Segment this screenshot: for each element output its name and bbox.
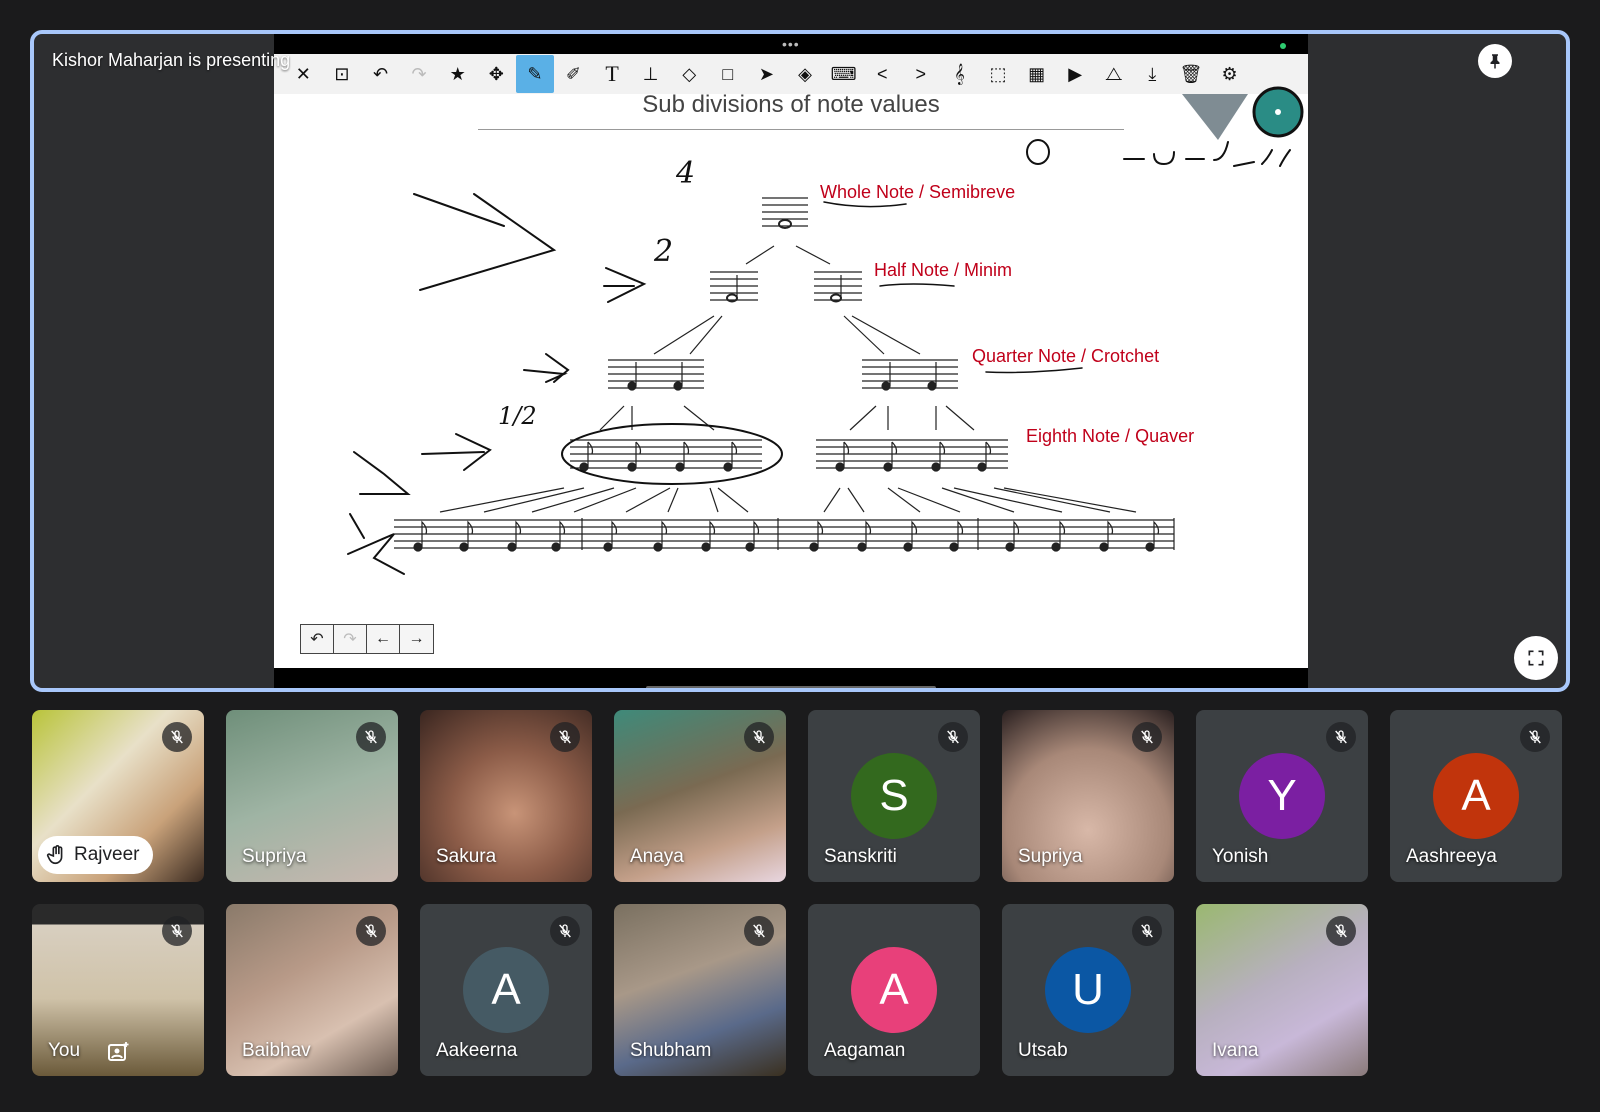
participant-name: Sakura <box>436 846 497 867</box>
participant-tile[interactable]: U Utsab <box>1002 904 1174 1076</box>
fullscreen-icon <box>1528 650 1544 666</box>
avatar: S <box>851 753 937 839</box>
participant-tile[interactable]: Rajveer <box>32 710 204 882</box>
status-dot <box>1280 43 1286 49</box>
pin-button[interactable] <box>1478 44 1512 78</box>
half-note-label: Half Note / Minim <box>874 260 1013 280</box>
mic-off-icon <box>1132 722 1162 752</box>
participant-tile[interactable]: Ivana <box>1196 904 1368 1076</box>
avatar: Y <box>1239 753 1325 839</box>
mic-off-icon <box>1326 722 1356 752</box>
avatar: U <box>1045 947 1131 1033</box>
more-dots-icon[interactable]: ••• <box>782 36 800 52</box>
participant-tile-self[interactable]: You <box>32 904 204 1076</box>
mic-off-icon <box>162 722 192 752</box>
participant-name: Sanskriti <box>824 846 897 867</box>
slide-nav: ↶ ↷ ← → <box>300 624 434 654</box>
presenter-label: Kishor Maharjan is presenting <box>52 50 291 70</box>
participant-name: Shubham <box>630 1040 712 1061</box>
participant-name: Baibhav <box>242 1040 311 1061</box>
next-slide-button[interactable]: → <box>400 625 433 653</box>
participant-tile[interactable]: A Aagaman <box>808 904 980 1076</box>
avatar: A <box>851 947 937 1033</box>
participant-name: Supriya <box>1018 846 1083 867</box>
pin-icon <box>1490 54 1500 69</box>
participant-tile[interactable]: Supriya <box>226 710 398 882</box>
prev-slide-button[interactable]: ← <box>367 625 400 653</box>
mic-off-icon <box>356 722 386 752</box>
participant-tile[interactable]: A Aakeerna <box>420 904 592 1076</box>
participant-name: Ivana <box>1212 1040 1259 1061</box>
quarter-note-label: Quarter Note / Crotchet <box>972 346 1160 366</box>
participant-name: Aagaman <box>824 1040 906 1061</box>
mic-off-icon <box>1326 916 1356 946</box>
mic-off-icon <box>356 916 386 946</box>
whiteboard[interactable]: ✕ ⊡ ↶ ↷ ★ ✥ ✎ ✐ T ⊥ ◇ □ ➤ ◈ ⌨ < > 𝄞 ⬚ ▦ … <box>274 54 1308 668</box>
participant-tile[interactable]: A Aashreeya <box>1390 710 1562 882</box>
participant-name: Anaya <box>630 846 684 867</box>
participant-name: Aashreeya <box>1406 846 1497 867</box>
avatar: A <box>1433 753 1519 839</box>
presentation-frame: Kishor Maharjan is presenting ••• ✕ ⊡ ↶ … <box>30 30 1570 692</box>
participant-tile[interactable]: Sakura <box>420 710 592 882</box>
participant-tile[interactable]: Baibhav <box>226 904 398 1076</box>
raised-hand-icon <box>46 845 63 865</box>
participant-name: Rajveer <box>74 844 140 865</box>
participant-tile[interactable]: S Sanskriti <box>808 710 980 882</box>
participant-name: You <box>48 1040 81 1061</box>
avatar: A <box>463 947 549 1033</box>
whole-note-label: Whole Note / Semibreve <box>820 182 1016 202</box>
raised-hand-badge: Rajveer <box>38 836 154 874</box>
mic-off-icon <box>550 916 580 946</box>
participant-name: Aakeerna <box>436 1040 518 1061</box>
participant-name: Utsab <box>1018 1040 1068 1061</box>
mic-off-icon <box>744 916 774 946</box>
nav-undo-button[interactable]: ↶ <box>301 625 334 653</box>
shared-screen: ••• ✕ ⊡ ↶ ↷ ★ ✥ ✎ ✐ T ⊥ ◇ □ ➤ ◈ ⌨ < > 𝄞 … <box>274 34 1308 688</box>
participant-name: Yonish <box>1212 846 1269 867</box>
handwritten-half: 1/2 <box>498 402 537 430</box>
mic-off-icon <box>938 722 968 752</box>
participant-tile[interactable]: Supriya <box>1002 710 1174 882</box>
mic-off-icon <box>550 722 580 752</box>
mic-off-icon <box>744 722 774 752</box>
participant-tile[interactable]: Y Yonish <box>1196 710 1368 882</box>
fullscreen-button[interactable] <box>1514 636 1558 680</box>
mic-off-icon <box>1132 916 1162 946</box>
handwritten-two: 2 <box>654 234 674 269</box>
participant-tile[interactable]: Shubham <box>614 904 786 1076</box>
mic-off-icon <box>1520 722 1550 752</box>
participant-tile[interactable]: Anaya <box>614 710 786 882</box>
scroll-handle[interactable] <box>646 686 936 688</box>
mic-off-icon <box>162 916 192 946</box>
background-effects-icon[interactable] <box>106 1040 130 1064</box>
nav-redo-button[interactable]: ↷ <box>334 625 367 653</box>
handwritten-four: 4 <box>676 156 696 191</box>
eighth-note-label: Eighth Note / Quaver <box>1026 426 1195 446</box>
participant-name: Supriya <box>242 846 307 867</box>
